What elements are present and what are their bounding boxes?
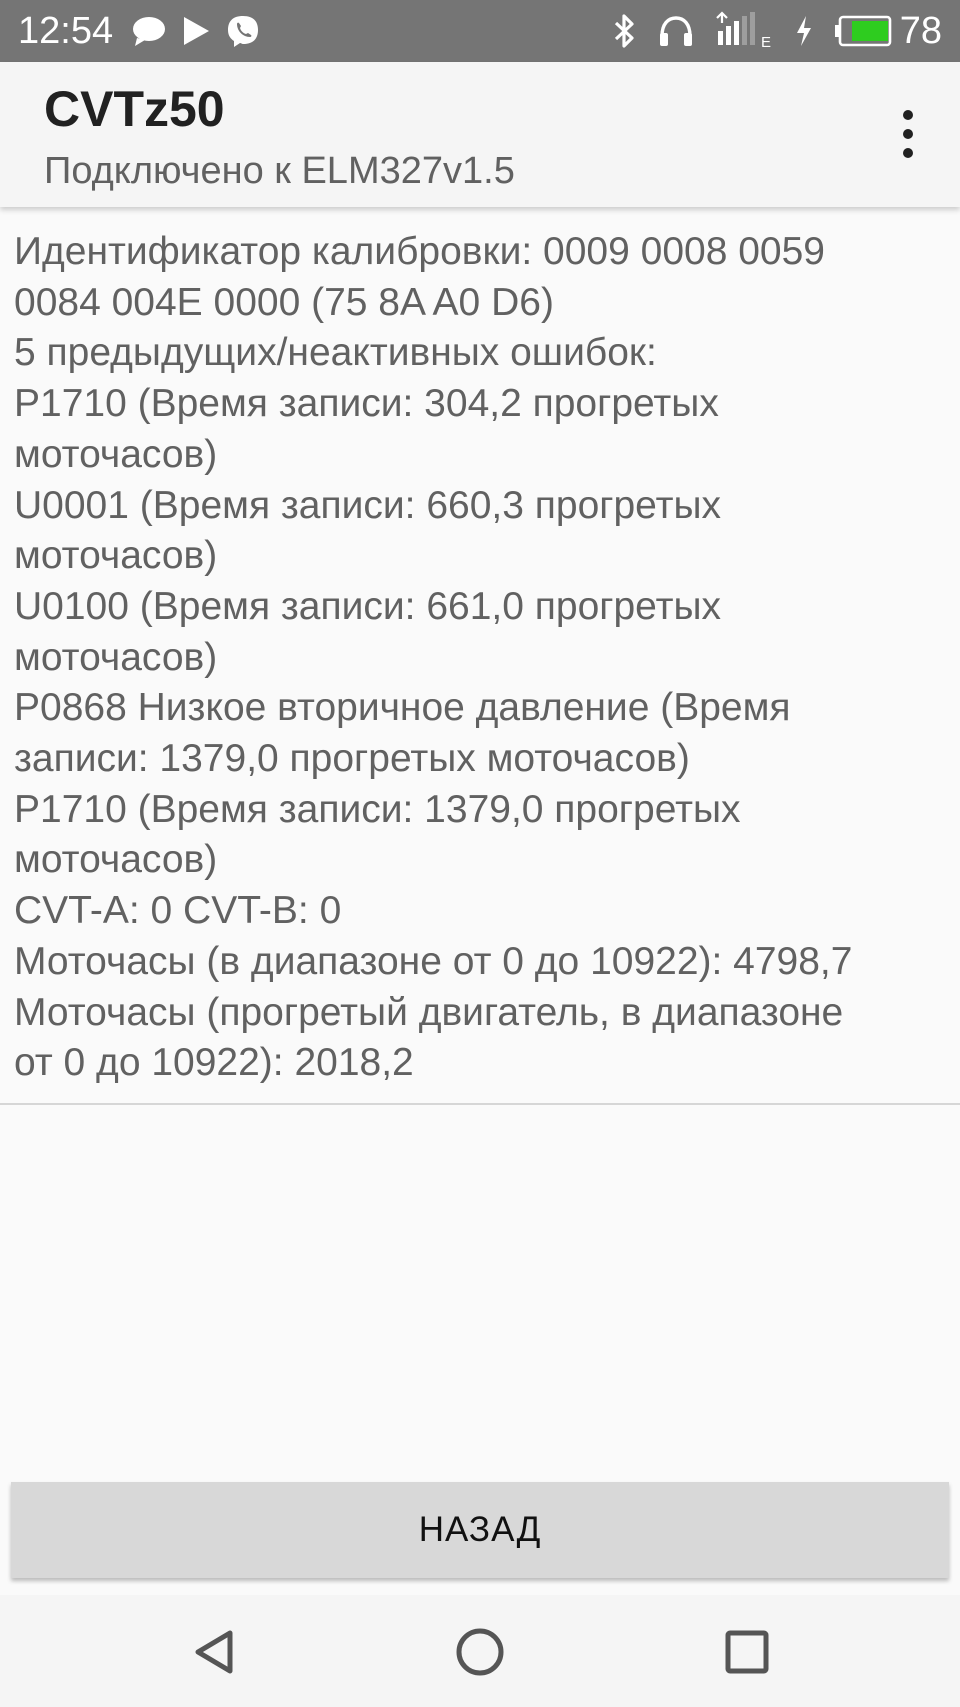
app-title: CVTz50	[44, 81, 225, 137]
status-bar-right: E 78	[612, 10, 942, 53]
info-line: 0084 004E 0000 (75 8A A0 D6)	[14, 280, 554, 324]
bluetooth-icon	[612, 13, 638, 49]
viber-icon	[225, 13, 261, 49]
info-line: P1710 (Время записи: 1379,0 прогретых	[14, 787, 741, 831]
recents-square-icon[interactable]	[722, 1627, 772, 1677]
back-triangle-icon[interactable]	[190, 1627, 240, 1677]
battery-fill	[851, 21, 888, 41]
app-bar: CVTz50 Подключено к ELM327v1.5	[0, 62, 960, 207]
info-line: 5 предыдущих/неактивных ошибок:	[14, 331, 657, 375]
info-line: Моточасы (в диапазоне от 0 до 10922): 47…	[14, 939, 853, 983]
status-time: 12:54	[18, 9, 114, 52]
info-line: P0868 Низкое вторичное давление (Время	[14, 686, 791, 730]
status-bar-left: 12:54	[18, 10, 275, 53]
info-line: Моточасы (прогретый двигатель, в диапазо…	[14, 990, 844, 1034]
status-bar: 12:54 E 78	[0, 0, 960, 62]
signal-icon: E	[714, 11, 774, 51]
home-circle-icon[interactable]	[455, 1627, 505, 1677]
info-line: U0100 (Время записи: 661,0 прогретых	[14, 584, 721, 628]
navigation-bar	[0, 1595, 960, 1707]
menu-dot	[903, 110, 913, 120]
connection-status: Подключено к ELM327v1.5	[44, 150, 515, 192]
info-line: U0001 (Время записи: 660,3 прогретых	[14, 483, 721, 527]
battery-icon	[834, 15, 892, 47]
info-line: моточасов)	[14, 838, 218, 882]
headphones-icon	[658, 14, 694, 48]
diagnostic-info-panel: Идентификатор калибровки: 0009 0008 0059…	[0, 207, 960, 1105]
info-line: CVT-A: 0 CVT-B: 0	[14, 889, 342, 933]
back-button[interactable]: НАЗАД	[11, 1482, 949, 1578]
charging-icon	[794, 14, 814, 48]
info-line: от 0 до 10922): 2018,2	[14, 1041, 414, 1085]
info-line: записи: 1379,0 прогретых моточасов)	[14, 737, 690, 781]
menu-dot	[903, 148, 913, 158]
menu-dot	[903, 129, 913, 139]
battery-level: 78	[899, 9, 942, 52]
network-type-label: E	[761, 34, 771, 51]
more-vert-icon[interactable]	[896, 104, 920, 164]
chat-bubble-icon	[131, 14, 167, 48]
info-line: P1710 (Время записи: 304,2 прогретых	[14, 382, 719, 426]
info-line: Идентификатор калибровки: 0009 0008 0059	[14, 230, 825, 273]
play-icon	[181, 15, 211, 47]
info-line: моточасов)	[14, 432, 218, 476]
info-line: моточасов)	[14, 534, 218, 578]
info-line: моточасов)	[14, 635, 218, 679]
